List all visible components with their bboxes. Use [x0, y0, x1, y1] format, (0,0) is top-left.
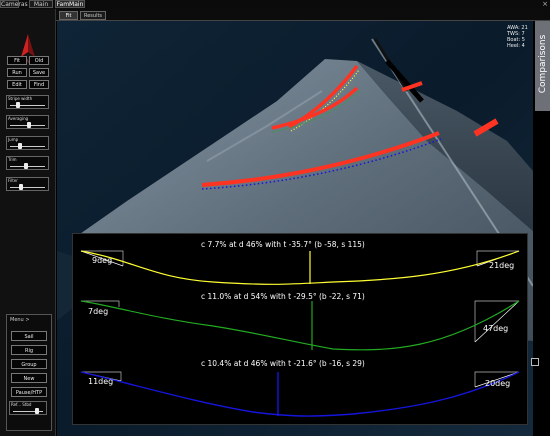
top-stripe-curve — [80, 250, 520, 285]
bottom-stripe-curve — [80, 371, 520, 417]
slider-track — [10, 146, 45, 147]
stripe-profiles-svg — [80, 250, 520, 417]
edit-button[interactable]: Edit — [7, 80, 27, 89]
slider-label: Trim — [8, 157, 17, 162]
mid-right-angle: 47deg — [483, 324, 509, 333]
slider-label: Filter — [8, 178, 18, 183]
slider-knob[interactable] — [19, 184, 24, 190]
rig-button[interactable]: Rig — [11, 345, 47, 355]
group-button[interactable]: Group — [11, 359, 47, 369]
mid-left-angle: 7deg — [88, 307, 109, 316]
top-tab-bar: Cameras Main FamMain × — [0, 0, 550, 9]
slider-label: Averaging — [8, 116, 29, 121]
run-button[interactable]: Run — [7, 68, 27, 77]
slider-knob[interactable] — [17, 143, 22, 149]
menu-panel: Menu > Sail Rig Group New Pause/HTP Ref.… — [6, 314, 52, 431]
top-stripe-summary: c 7.7% at d 46% with t -35.7° (b -58, s … — [201, 240, 365, 249]
new-button[interactable]: New — [11, 373, 47, 383]
jump-slider[interactable]: Jump — [6, 136, 49, 150]
mid-stripe-summary: c 11.0% at d 54% with t -29.5° (b -22, s… — [201, 292, 365, 301]
top-right-angle: 21deg — [489, 261, 515, 270]
slider-label: Jump — [8, 137, 19, 142]
bottom-stripe-summary: c 10.4% at d 46% with t -21.6° (b -16, s… — [201, 359, 365, 368]
tab-fit[interactable]: Fit — [59, 11, 78, 20]
fit-button[interactable]: Fit — [7, 56, 27, 65]
old-button[interactable]: Old — [29, 56, 49, 65]
slider-knob[interactable] — [27, 122, 32, 128]
menu-title[interactable]: Menu > — [10, 317, 30, 323]
trim-slider[interactable]: Trim — [6, 156, 49, 170]
tab-main[interactable]: Main — [29, 0, 53, 8]
tab-fammain[interactable]: FamMain — [55, 0, 85, 8]
bottom-left-angle: 11deg — [88, 377, 114, 386]
top-left-angle: 9deg — [92, 256, 113, 265]
slider-label: Ref... Stbd — [11, 402, 32, 407]
find-button[interactable]: Find — [29, 80, 49, 89]
slider-knob[interactable] — [23, 163, 28, 169]
readout-heel: Heel: 4 — [507, 43, 525, 49]
view-tab-bar: Fit Results — [56, 9, 550, 21]
control-panel: SPANS Fit Old Run Save Edit Find Stripe … — [0, 9, 56, 436]
slider-track — [10, 187, 45, 188]
slider-knob[interactable] — [35, 408, 40, 414]
save-button[interactable]: Save — [29, 68, 49, 77]
comparisons-tab[interactable]: Comparisons — [535, 21, 550, 111]
tab-results[interactable]: Results — [80, 11, 106, 20]
stripe-profiles-panel: c 7.7% at d 46% with t -35.7° (b -58, s … — [72, 233, 528, 425]
wind-readout: AWA: 21 TWS: 7 Boat: 5 Heel: 4 — [507, 25, 528, 49]
filter-slider[interactable]: Filter — [6, 177, 49, 191]
close-icon[interactable]: × — [542, 0, 548, 8]
tab-cameras[interactable]: Cameras — [0, 0, 28, 8]
slider-label: Stripe width — [8, 96, 33, 101]
sail-button[interactable]: Sail — [11, 331, 47, 341]
mid-stripe-curve — [80, 300, 520, 351]
comparisons-label: Comparisons — [538, 34, 548, 94]
stripe-width-slider[interactable]: Stripe width — [6, 95, 49, 109]
slider-knob[interactable] — [16, 102, 21, 108]
expand-toggle[interactable] — [531, 358, 539, 366]
reference-slider[interactable]: Ref... Stbd — [9, 401, 47, 415]
pause-htp-button[interactable]: Pause/HTP — [11, 387, 47, 397]
bottom-right-angle: 20deg — [485, 379, 511, 388]
averaging-slider[interactable]: Averaging — [6, 115, 49, 129]
